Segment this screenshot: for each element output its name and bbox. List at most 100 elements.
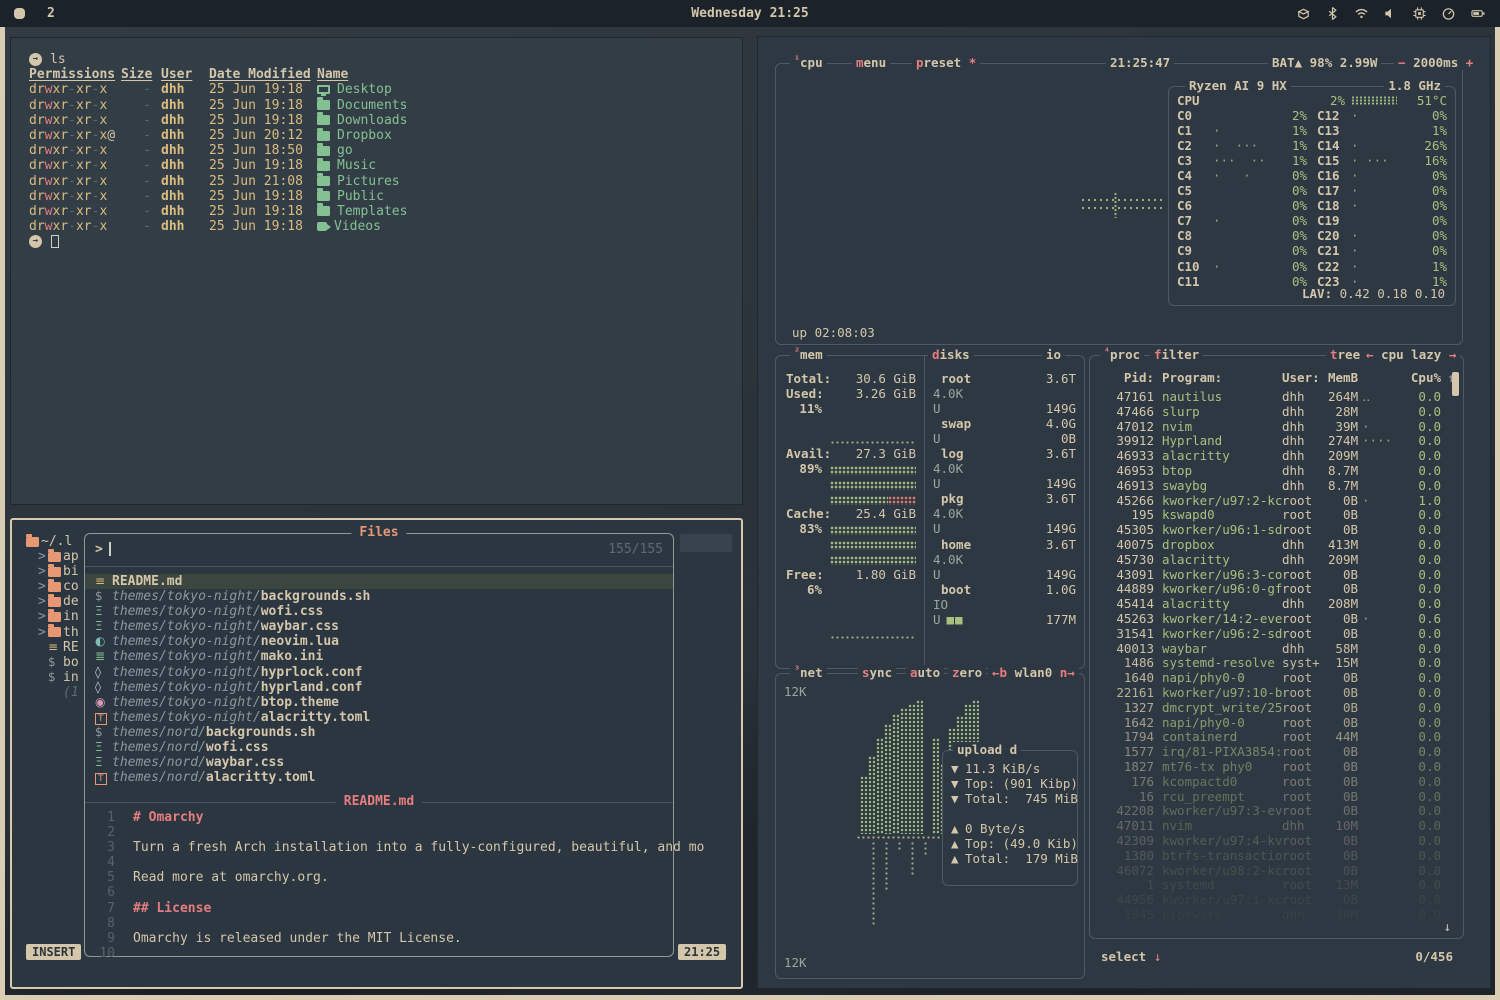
process-row[interactable]: 44889 kworker/u96:0-gf root 0B 0.0 (1090, 582, 1463, 597)
user-cell: root (1282, 804, 1328, 819)
program-cell: kworker/u97:10-b (1162, 686, 1282, 701)
disk-label: log (933, 446, 964, 461)
tree-toggle[interactable]: tree (1326, 347, 1364, 362)
core-graph: · ··· · (1213, 138, 1267, 153)
process-row[interactable]: 47011 nvim dhh 10M 0.0 (1090, 819, 1463, 834)
process-row[interactable]: 46953 btop dhh 8.7M 0.0 (1090, 464, 1463, 479)
auto-button[interactable]: auto (906, 665, 944, 680)
picker-item[interactable]: README.md (85, 574, 673, 589)
process-row[interactable]: 16 rcu_preempt root 0B 0.0 (1090, 790, 1463, 805)
neovim-window[interactable]: ~/.l > ap > bi > (10, 518, 743, 989)
file-type-icon (317, 131, 330, 141)
picker-item[interactable]: themes/tokyo-night/waybar.css (85, 619, 673, 634)
process-row[interactable]: 45263 kworker/14:2-eve root 0B · 0.6 (1090, 612, 1463, 627)
process-row[interactable]: 46913 swaybg dhh 8.7M 0.0 (1090, 479, 1463, 494)
process-row[interactable]: 42208 kworker/u97:3-ev root 0B 0.0 (1090, 804, 1463, 819)
disk-line: boot 1.0G (933, 582, 1076, 597)
sort-switcher[interactable]: ← cpu lazy → (1362, 347, 1460, 362)
process-row[interactable]: 1794 containerd root 44M 0.0 (1090, 730, 1463, 745)
process-row[interactable]: 45414 alacritty dhh 208M 0.0 (1090, 597, 1463, 612)
process-row[interactable]: 40013 waybar dhh 58M 0.0 (1090, 642, 1463, 657)
preset-button[interactable]: preset * (912, 55, 980, 70)
cpu-frequency: 1.8 GHz (1384, 78, 1445, 93)
pid-cell: 45414 (1098, 597, 1154, 612)
process-row[interactable]: 1327 dmcrypt_write/25 root 0B 0.0 (1090, 701, 1463, 716)
picker-item[interactable]: themes/nord/alacritty.toml (85, 770, 673, 785)
picker-item[interactable]: themes/nord/wofi.css (85, 740, 673, 755)
picker-search-input[interactable]: > 155/155 (95, 540, 663, 558)
picker-item[interactable]: themes/tokyo-night/btop.theme (85, 695, 673, 710)
process-row[interactable]: 46933 alacritty dhh 209M 0.0 (1090, 449, 1463, 464)
pid-cell: 1380 (1098, 849, 1154, 864)
workspace-number[interactable]: 2 (47, 6, 55, 21)
process-row[interactable]: 45305 kworker/u96:1-sd root 0B 0.0 (1090, 523, 1463, 538)
picker-item[interactable]: themes/nord/backgrounds.sh (85, 725, 673, 740)
picker-item[interactable]: themes/tokyo-night/alacritty.toml (85, 710, 673, 725)
bluetooth-icon[interactable] (1325, 6, 1340, 21)
dropbox-icon[interactable] (1296, 6, 1311, 21)
filter-button[interactable]: filter (1150, 347, 1203, 362)
picker-item[interactable]: themes/tokyo-night/hyprlock.conf (85, 665, 673, 680)
battery-icon[interactable] (1470, 6, 1486, 21)
refresh-interval-control[interactable]: − 2000ms + (1394, 55, 1477, 70)
name-cell: Pictures (317, 174, 400, 189)
clock[interactable]: Wednesday 21:25 (691, 6, 808, 21)
cpu-icon[interactable] (1412, 6, 1427, 21)
process-row[interactable]: 1827 mt76-tx phy0 root 0B 0.0 (1090, 760, 1463, 775)
pid-cell: 45266 (1098, 494, 1154, 509)
user-cell: root (1282, 834, 1328, 849)
process-row[interactable]: 1640 napi/phy0-0 root 0B 0.0 (1090, 671, 1463, 686)
picker-item[interactable]: themes/tokyo-night/mako.ini (85, 649, 673, 664)
terminal-window[interactable]: ls Permissions Size User Date Modified N… (10, 37, 743, 505)
wifi-icon[interactable] (1354, 6, 1369, 21)
zero-button[interactable]: zero (948, 665, 986, 680)
process-row[interactable]: 43091 kworker/u96:3-co root 0B 0.0 (1090, 568, 1463, 583)
process-row[interactable]: 1 systemd root 13M 0.0 (1090, 878, 1463, 893)
prompt-line[interactable] (29, 234, 742, 249)
volume-icon[interactable] (1383, 6, 1398, 21)
picker-item[interactable]: themes/tokyo-night/backgrounds.sh (85, 589, 673, 604)
process-row[interactable]: 195 kswapd0 root 0B 0.0 (1090, 508, 1463, 523)
disk-line: log 3.6T (933, 446, 1076, 461)
process-row[interactable]: 1577 irq/81-PIXA3854: root 0B 0.0 (1090, 745, 1463, 760)
process-row[interactable]: 46072 kworker/u98:2-kc root 0B 0.0 (1090, 864, 1463, 879)
interface-switcher[interactable]: ←b wlan0 n→ (988, 665, 1079, 680)
process-row[interactable]: 22161 kworker/u97:10-b root 0B 0.0 (1090, 686, 1463, 701)
disk-line: home 3.6T (933, 537, 1076, 552)
program-cell: slurp (1162, 405, 1282, 420)
process-row[interactable]: 45266 kworker/u97:2-kc root 0B · 1.0 (1090, 494, 1463, 509)
menu-button[interactable]: menu (852, 55, 890, 70)
process-row[interactable]: 176 kcompactd0 root 0B 0.0 (1090, 775, 1463, 790)
process-row[interactable]: 47466 slurp dhh 28M 0.0 (1090, 405, 1463, 420)
workspace-indicator-icon[interactable] (14, 8, 25, 19)
core-graph: ··· ·· (1213, 153, 1267, 168)
text-cursor (109, 542, 111, 556)
select-hint[interactable]: select ↓ (1101, 949, 1161, 964)
process-row[interactable]: 44956 kworker/u97:1-kc root 0B 0.0 (1090, 893, 1463, 908)
ls-row: drwxr-xr-x - dhh 25 Jun 21:08 Pictures (29, 174, 742, 189)
process-row[interactable]: 1642 napi/phy0-0 root 0B 0.0 (1090, 716, 1463, 731)
process-row[interactable]: 1845 pipewire dhh 10M 0.0 (1090, 908, 1463, 923)
process-row[interactable]: 47012 nvim dhh 39M · 0.0 (1090, 420, 1463, 435)
picker-item[interactable]: themes/tokyo-night/hyprland.conf (85, 680, 673, 695)
process-row[interactable]: 47161 nautilus dhh 264M ‥ 0.0 (1090, 390, 1463, 405)
picker-item[interactable]: themes/nord/waybar.css (85, 755, 673, 770)
process-row[interactable]: 40075 dropbox dhh 413M 0.0 (1090, 538, 1463, 553)
process-row[interactable]: 42309 kworker/u97:4-kv root 0B 0.0 (1090, 834, 1463, 849)
user-cell: dhh (161, 128, 197, 143)
direction-arrow-icon: ▲ (951, 836, 965, 851)
process-row[interactable]: 1380 btrfs-transactio root 0B 0.0 (1090, 849, 1463, 864)
picker-item[interactable]: themes/tokyo-night/neovim.lua (85, 634, 673, 649)
picker-item[interactable]: themes/tokyo-night/wofi.css (85, 604, 673, 619)
scroll-down-icon[interactable]: ↓ (1443, 919, 1451, 934)
disk-value: 1.0G (1046, 582, 1076, 597)
btop-window[interactable]: ¹cpu menu preset * 21:25:47 BAT▲ 98% 2.9… (757, 36, 1491, 989)
cpu-graph-cell (1358, 479, 1392, 494)
process-row[interactable]: 45730 alacritty dhh 209M 0.0 (1090, 553, 1463, 568)
sync-button[interactable]: sync (858, 665, 896, 680)
process-row[interactable]: 1486 systemd-resolve syst+ 15M 0.0 (1090, 656, 1463, 671)
process-row[interactable]: 39912 Hyprland dhh 274M ···· 0.0 (1090, 434, 1463, 449)
gauge-icon[interactable] (1441, 6, 1456, 21)
process-row[interactable]: 31541 kworker/u96:2-sd root 0B 0.0 (1090, 627, 1463, 642)
pid-cell: 39912 (1098, 434, 1154, 449)
